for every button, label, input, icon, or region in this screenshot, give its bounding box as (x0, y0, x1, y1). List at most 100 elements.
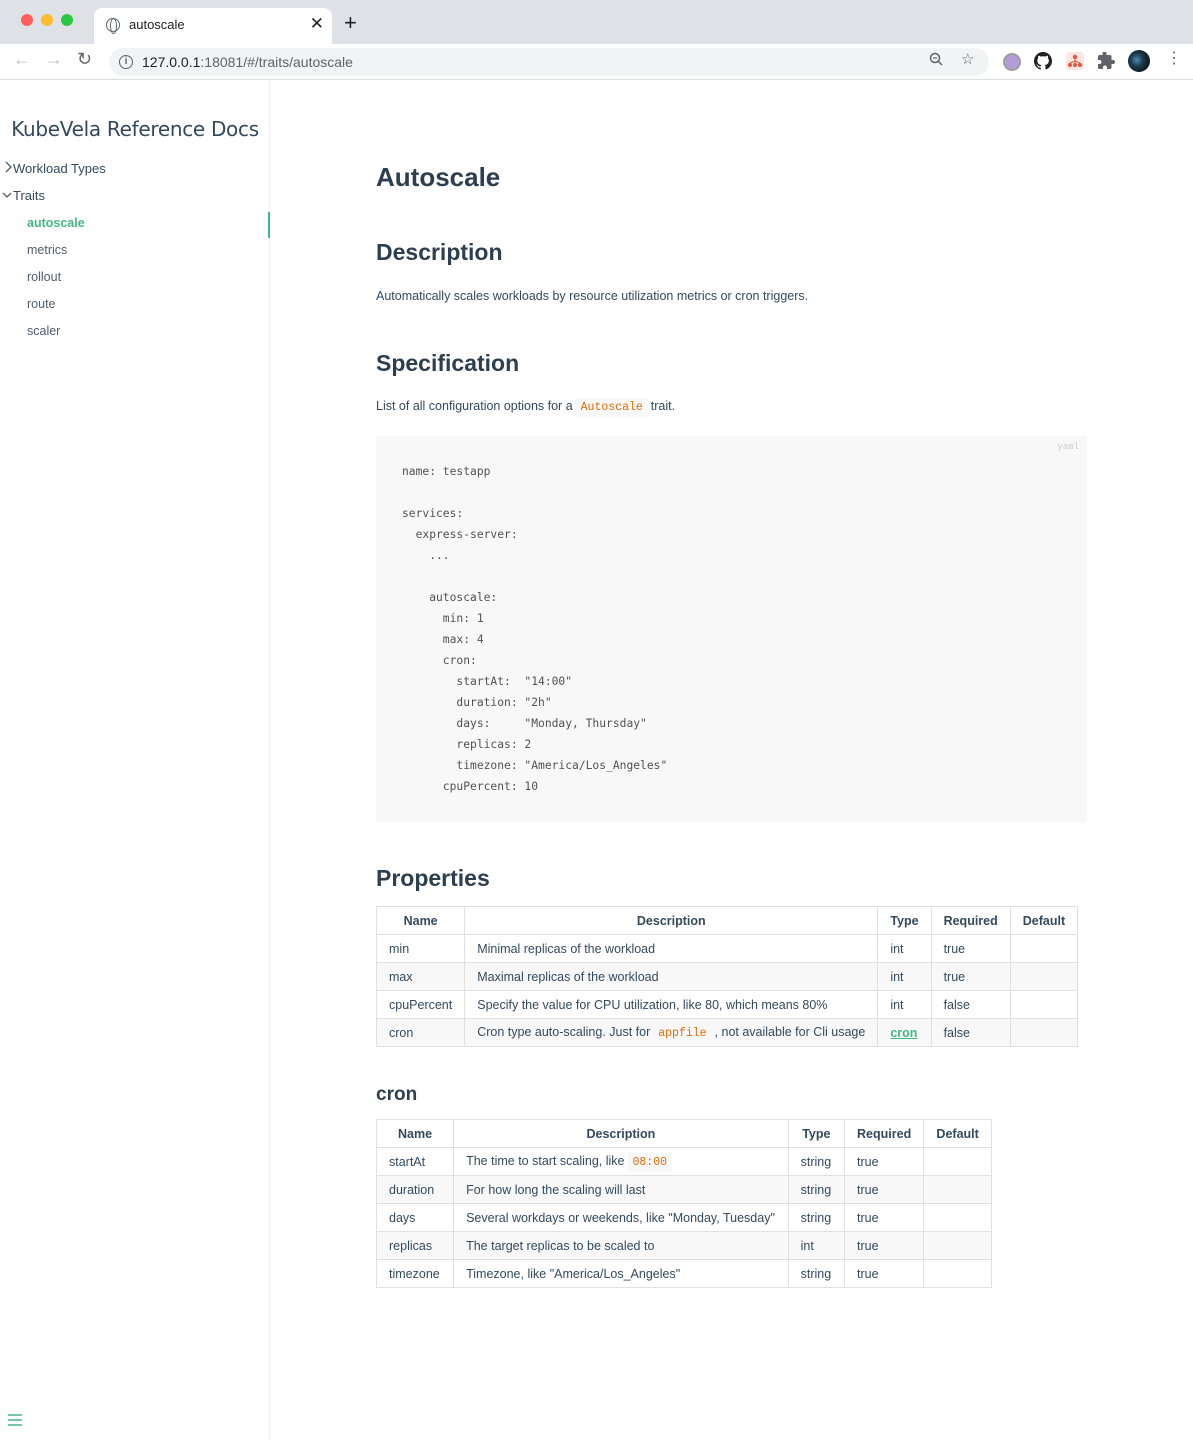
close-tab-icon[interactable]: ✕ (310, 15, 324, 32)
url-host: 127.0.0.1 (142, 54, 201, 70)
sidebar-item-route[interactable]: route (27, 297, 56, 311)
properties-heading: Properties (376, 865, 490, 891)
code-language-label: yaml (1057, 442, 1079, 452)
puzzle-icon[interactable] (1098, 51, 1116, 70)
cell-default (1009, 962, 1079, 991)
app-name[interactable]: KubeVela Reference Docs (0, 117, 270, 141)
description-text: Automatically scales workloads by resour… (376, 289, 809, 303)
column-header: Required (930, 906, 1011, 935)
table-row: min Minimal replicas of the workload int… (375, 934, 1079, 963)
extension-circle-icon[interactable] (1003, 53, 1021, 71)
cell-description: For how long the scaling will last (453, 1175, 789, 1204)
browser-toolbar: ← → ↻ i 127.0.0.1:18081/#/traits/autosca… (0, 44, 1193, 80)
cell-default (1009, 990, 1079, 1019)
table-header-row: Name Description Type Required Default (375, 906, 1079, 935)
sidebar-item-autoscale[interactable]: autoscale (27, 216, 85, 230)
cell-description: Several workdays or weekends, like "Mond… (453, 1203, 789, 1232)
cell-name: min (375, 934, 466, 963)
spec-text-after: trait. (650, 399, 676, 413)
cell-type: string (787, 1147, 846, 1176)
cell-name: replicas (375, 1231, 455, 1260)
nav-group-traits[interactable]: Traits (2, 188, 45, 203)
sidebar-item-rollout[interactable]: rollout (27, 270, 61, 284)
cell-default (1009, 1018, 1079, 1047)
cell-default (923, 1147, 992, 1176)
new-tab-button[interactable]: + (344, 12, 357, 34)
table-row: timezone Timezone, like "America/Los_Ang… (375, 1259, 992, 1288)
spec-text-before: List of all configuration options for a (376, 399, 573, 413)
cron-type-link[interactable]: cron (890, 1026, 917, 1040)
cell-type: cron (877, 1018, 932, 1047)
cell-required: true (844, 1259, 925, 1288)
cell-required: true (930, 934, 1011, 963)
cell-default (923, 1231, 992, 1260)
description-heading: Description (376, 239, 503, 265)
address-bar[interactable]: i 127.0.0.1:18081/#/traits/autoscale ☆ (109, 48, 989, 76)
cell-default (923, 1203, 992, 1232)
desc-inline-code: 08:00 (627, 1153, 673, 1172)
chevron-right-icon (4, 161, 12, 176)
cell-required: false (930, 1018, 1011, 1047)
tab-title: autoscale (129, 17, 185, 32)
cell-name: max (375, 962, 466, 991)
forward-icon[interactable]: → (45, 50, 63, 68)
zoom-icon[interactable] (929, 52, 943, 70)
cell-type: int (877, 990, 932, 1019)
back-icon[interactable]: ← (13, 50, 31, 68)
active-indicator (268, 212, 270, 238)
table-header-row: Name Description Type Required Default (375, 1119, 992, 1148)
url-path: :18081/#/traits/autoscale (200, 54, 353, 70)
github-icon[interactable] (1034, 52, 1052, 70)
cell-description: Specify the value for CPU utilization, l… (464, 990, 879, 1019)
cell-description: Cron type auto-scaling. Just for appfile,… (464, 1018, 879, 1047)
column-header: Description (464, 906, 879, 935)
desc-inline-code: appfile (653, 1024, 712, 1043)
cell-required: false (930, 990, 1011, 1019)
cron-heading: cron (376, 1084, 418, 1105)
column-header: Type (877, 906, 932, 935)
desc-text-before: Cron type auto-scaling. Just for (477, 1025, 651, 1039)
column-header: Description (453, 1119, 789, 1148)
profile-avatar[interactable] (1128, 50, 1150, 72)
desc-text-after: , not available for Cli usage (714, 1025, 866, 1039)
cell-required: true (844, 1175, 925, 1204)
column-header: Type (787, 1119, 846, 1148)
cell-name: startAt (375, 1147, 455, 1176)
table-row: cpuPercent Specify the value for CPU uti… (375, 990, 1079, 1019)
desc-text-before: The time to start scaling, like (466, 1154, 625, 1168)
code-content: name: testapp services: express-server: … (402, 465, 668, 793)
cell-name: cpuPercent (375, 990, 466, 1019)
cell-description: The time to start scaling, like 08:00 (453, 1147, 789, 1176)
cron-table: Name Description Type Required Default s… (375, 1119, 992, 1288)
spec-inline-code: Autoscale (575, 398, 648, 417)
close-window-button[interactable] (21, 14, 33, 26)
cell-type: string (787, 1203, 846, 1232)
cell-description: Maximal replicas of the workload (464, 962, 879, 991)
cell-type: int (877, 962, 932, 991)
info-icon[interactable]: i (119, 55, 133, 69)
docs-sidebar: KubeVela Reference Docs Workload Types T… (0, 80, 270, 1440)
cell-name: days (375, 1203, 455, 1232)
column-header: Name (375, 906, 466, 935)
cell-type: int (877, 934, 932, 963)
cell-required: true (844, 1147, 925, 1176)
network-extension-icon[interactable] (1066, 52, 1084, 70)
sidebar-toggle-icon[interactable] (8, 1413, 22, 1431)
table-row: cron Cron type auto-scaling. Just for app… (375, 1018, 1079, 1047)
sidebar-item-scaler[interactable]: scaler (27, 324, 60, 338)
sidebar-item-metrics[interactable]: metrics (27, 243, 67, 257)
specification-heading: Specification (376, 350, 520, 376)
browser-tab-strip: autoscale ✕ + (0, 0, 1193, 44)
minimize-window-button[interactable] (41, 14, 53, 26)
bookmark-star-icon[interactable]: ☆ (961, 50, 974, 68)
reload-icon[interactable]: ↻ (77, 50, 92, 68)
table-row: duration For how long the scaling will l… (375, 1175, 992, 1204)
cell-description: Minimal replicas of the workload (464, 934, 879, 963)
browser-tab[interactable]: autoscale ✕ (94, 8, 332, 44)
browser-menu-icon[interactable]: ⋮ (1166, 51, 1182, 67)
cell-type: int (787, 1231, 846, 1260)
maximize-window-button[interactable] (61, 14, 73, 26)
column-header: Default (923, 1119, 992, 1148)
nav-group-workload-types[interactable]: Workload Types (5, 161, 106, 176)
url-text: 127.0.0.1:18081/#/traits/autoscale (142, 54, 353, 70)
